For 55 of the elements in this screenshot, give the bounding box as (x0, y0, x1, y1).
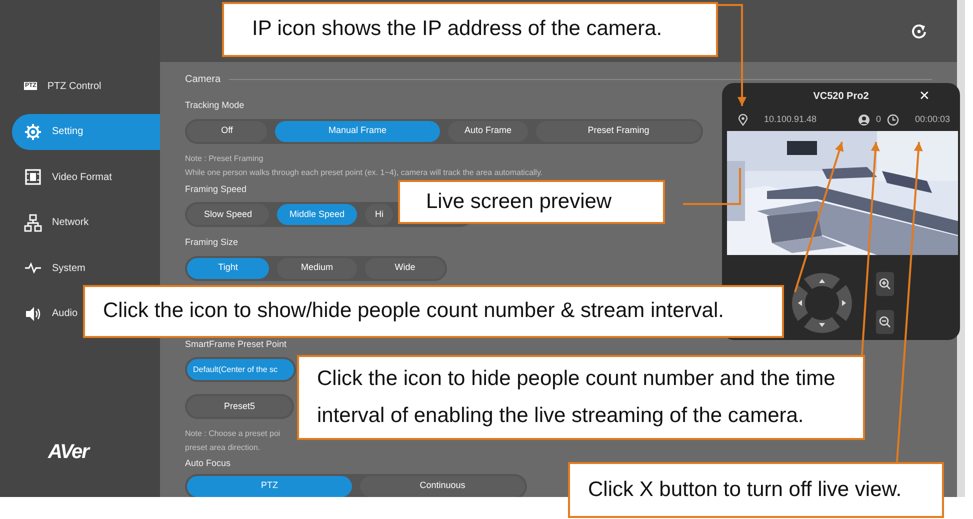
note-text: While one person walks through each preset point (ex. 1~4), camera will track the area automatically. (185, 166, 543, 179)
sidebar-item[interactable]: Video Format (24, 159, 112, 195)
option-button[interactable]: Manual Frame (275, 120, 440, 142)
leader-line (683, 168, 741, 205)
ip-address: 10.100.91.48 (764, 113, 817, 126)
clock-icon[interactable] (886, 114, 899, 126)
setting-label: SmartFrame Preset Point (185, 338, 288, 350)
setting-label: Framing Speed (185, 182, 248, 196)
pan-down-button[interactable] (804, 317, 840, 333)
zoom-out-button[interactable] (876, 310, 894, 334)
pan-up-button[interactable] (804, 273, 840, 289)
option-button[interactable]: Off (187, 120, 267, 142)
pan-left-button[interactable] (792, 285, 808, 321)
sidebar-item[interactable]: System (24, 250, 86, 286)
gear-icon (24, 122, 42, 140)
stream-timer: 00:00:03 (914, 113, 950, 126)
film-icon (24, 168, 42, 186)
network-icon (24, 214, 42, 232)
callout-box: IP icon shows the IP address of the camera. (222, 2, 718, 57)
note-text: preset area direction. (185, 442, 260, 454)
option-button[interactable]: Continuous (360, 476, 525, 496)
sidebar-item[interactable]: Audio (24, 296, 78, 332)
note-text: Note : Preset Framing (185, 152, 264, 165)
section-title: Camera (185, 73, 221, 87)
setting-label: Tracking Mode (185, 99, 246, 112)
option-button[interactable]: Auto Frame (448, 120, 528, 142)
option-button[interactable]: Tight (187, 258, 269, 278)
callout-box: Click the icon to hide people count number and the time interval of enabling the live streaming of the camera. (297, 355, 865, 440)
option-button[interactable]: Preset Framing (536, 120, 701, 142)
option-button[interactable]: Middle Speed (277, 204, 357, 225)
panel-title: VC520 Pro2 (813, 90, 869, 104)
option-button[interactable]: Default(Center of the sc (187, 359, 294, 380)
close-button[interactable]: ✕ (919, 88, 930, 104)
setting-label: Framing Size (185, 236, 240, 249)
option-button[interactable]: PTZ (187, 476, 352, 496)
callout-box: Click the icon to show/hide people count number & stream interval. (83, 285, 784, 338)
option-button[interactable]: Wide (365, 258, 445, 278)
sidebar-item[interactable]: Network (24, 204, 89, 240)
option-button[interactable]: Slow Speed (187, 204, 269, 225)
zoom-in-button[interactable] (876, 272, 894, 296)
option-button[interactable]: Hi (365, 204, 393, 225)
speaker-icon (24, 304, 42, 322)
people-count: 0 (876, 113, 881, 126)
callout-box: Click X button to turn off live view. (568, 462, 944, 518)
logo: AVer (48, 440, 91, 465)
location-pin-icon[interactable] (738, 114, 748, 126)
note-text: Note : Choose a preset poi (185, 428, 280, 440)
option-button[interactable]: Preset5 (187, 396, 292, 417)
sidebar-item[interactable]: Setting (12, 114, 160, 150)
pan-right-button[interactable] (836, 285, 852, 321)
refresh-icon[interactable] (911, 23, 927, 39)
option-button[interactable]: Medium (277, 258, 357, 278)
callout-box: Live screen preview (398, 180, 665, 224)
setting-label: Auto Focus (185, 457, 232, 470)
people-icon[interactable] (858, 114, 870, 126)
